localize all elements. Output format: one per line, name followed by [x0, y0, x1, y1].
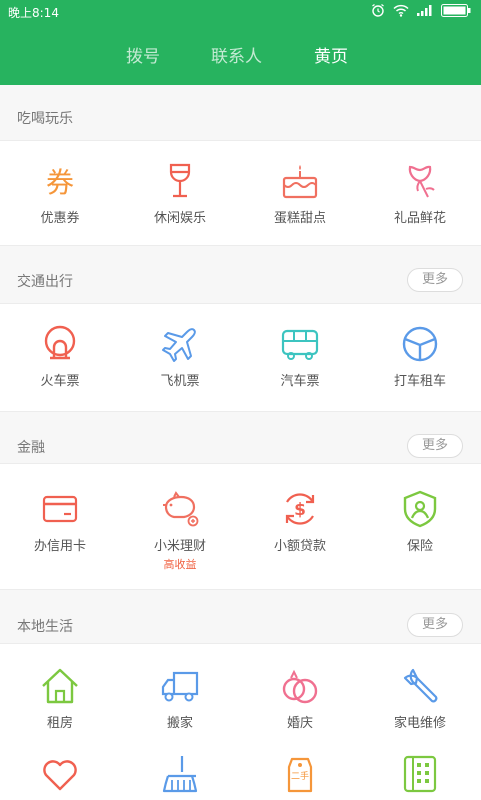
item-label: 火车票 [40, 374, 80, 389]
battery-icon [441, 3, 471, 17]
grid-item-leisure[interactable]: 休闲娱乐 [120, 161, 240, 226]
credit-card-icon [42, 495, 78, 523]
item-label: 礼品鲜花 [393, 211, 446, 226]
tab-contacts[interactable]: 联系人 [211, 42, 262, 67]
item-label: 搬家 [166, 716, 193, 731]
more-button-transport[interactable]: 更多 [407, 268, 463, 292]
local-grid: 租房 搬家 婚庆 家电维修 二手 [0, 643, 481, 800]
item-label: 办信用卡 [33, 539, 86, 554]
tab-bar: 拨号 联系人 黄页 [0, 24, 481, 85]
svg-text:券: 券 [46, 166, 74, 199]
section-title: 吃喝玩乐 [17, 111, 73, 127]
grid-item-flowers[interactable]: 礼品鲜花 [360, 161, 480, 226]
bus-icon [281, 329, 319, 360]
section-title: 交通出行 [17, 274, 73, 290]
grid-item-credit-card[interactable]: 办信用卡 [0, 489, 120, 554]
broom-icon [162, 756, 198, 793]
grid-item-coupon[interactable]: 券 优惠券 [0, 161, 120, 226]
train-icon [44, 325, 76, 360]
item-label: 家电维修 [393, 716, 446, 731]
item-label: 优惠券 [40, 211, 80, 226]
status-icons [371, 3, 471, 17]
truck-icon [161, 671, 199, 702]
airplane-icon [162, 328, 196, 362]
item-label: 飞机票 [160, 374, 200, 389]
grid-item-train[interactable]: 火车票 [0, 324, 120, 389]
grid-item-taxi[interactable]: 打车租车 [360, 324, 480, 389]
coupon-icon: 券 [46, 166, 74, 199]
grid-item-secondhand[interactable]: 二手 [240, 754, 360, 794]
tab-dial[interactable]: 拨号 [126, 42, 160, 67]
grid-item-moving[interactable]: 搬家 [120, 666, 240, 731]
grid-item-loan[interactable]: $ 小额贷款 [240, 489, 360, 554]
grid-item-heart[interactable] [0, 754, 120, 794]
item-label: 保险 [406, 539, 433, 554]
status-time: 晚上8:14 [8, 6, 59, 20]
grid-item-flight[interactable]: 飞机票 [120, 324, 240, 389]
shield-icon [403, 490, 437, 528]
item-label: 打车租车 [393, 374, 446, 389]
secondhand-tag-icon: 二手 [287, 757, 313, 793]
section-title: 金融 [17, 440, 45, 456]
alarm-icon [372, 4, 384, 17]
section-header-transport: 交通出行 更多 [0, 257, 481, 303]
wine-glass-icon [169, 163, 191, 198]
item-label: 蛋糕甜点 [273, 211, 326, 226]
wifi-icon [393, 4, 409, 17]
grid-item-bus[interactable]: 汽车票 [240, 324, 360, 389]
item-label: 租房 [46, 716, 73, 731]
status-bar: 晚上8:14 [0, 0, 481, 24]
item-label: 汽车票 [280, 374, 320, 389]
house-icon [42, 668, 78, 704]
item-label: 婚庆 [286, 716, 313, 731]
grid-item-cake[interactable]: 蛋糕甜点 [240, 161, 360, 226]
piggy-bank-icon [163, 491, 199, 527]
grid-item-wealth[interactable]: 小米理财 高收益 [120, 489, 240, 572]
finance-grid: 办信用卡 小米理财 高收益 $ 小额贷款 保险 [0, 463, 481, 590]
tab-yellow-pages[interactable]: 黄页 [314, 42, 348, 67]
rings-icon [282, 669, 318, 704]
more-button-local[interactable]: 更多 [407, 613, 463, 637]
wrench-icon [403, 668, 438, 703]
more-button-finance[interactable]: 更多 [407, 434, 463, 458]
section-title: 本地生活 [17, 619, 73, 635]
heart-icon [43, 760, 77, 791]
section-header-local: 本地生活 更多 [0, 602, 481, 648]
steering-wheel-icon [402, 326, 438, 362]
item-label: 休闲娱乐 [153, 211, 206, 226]
item-label: 小额贷款 [273, 539, 326, 554]
flower-icon [408, 165, 435, 198]
secondhand-label: 二手 [291, 770, 309, 782]
grid-item-phone[interactable] [360, 754, 480, 794]
grid-item-insurance[interactable]: 保险 [360, 489, 480, 554]
section-header-food: 吃喝玩乐 [0, 94, 481, 140]
grid-item-repair[interactable]: 家电维修 [360, 666, 480, 731]
food-grid: 券 优惠券 休闲娱乐 蛋糕甜点 礼品鲜花 [0, 140, 481, 246]
grid-item-cleaning[interactable] [120, 754, 240, 794]
svg-text:$: $ [294, 500, 306, 520]
grid-item-rent[interactable]: 租房 [0, 666, 120, 731]
phone-grid-icon [403, 755, 437, 793]
high-yield-tag: 高收益 [163, 558, 197, 571]
cake-icon [282, 165, 318, 199]
dollar-cycle-icon: $ [285, 493, 315, 525]
item-label: 小米理财 [153, 539, 206, 554]
signal-icon [417, 5, 432, 16]
transport-grid: 火车票 飞机票 汽车票 打车租车 [0, 303, 481, 412]
grid-item-wedding[interactable]: 婚庆 [240, 666, 360, 731]
